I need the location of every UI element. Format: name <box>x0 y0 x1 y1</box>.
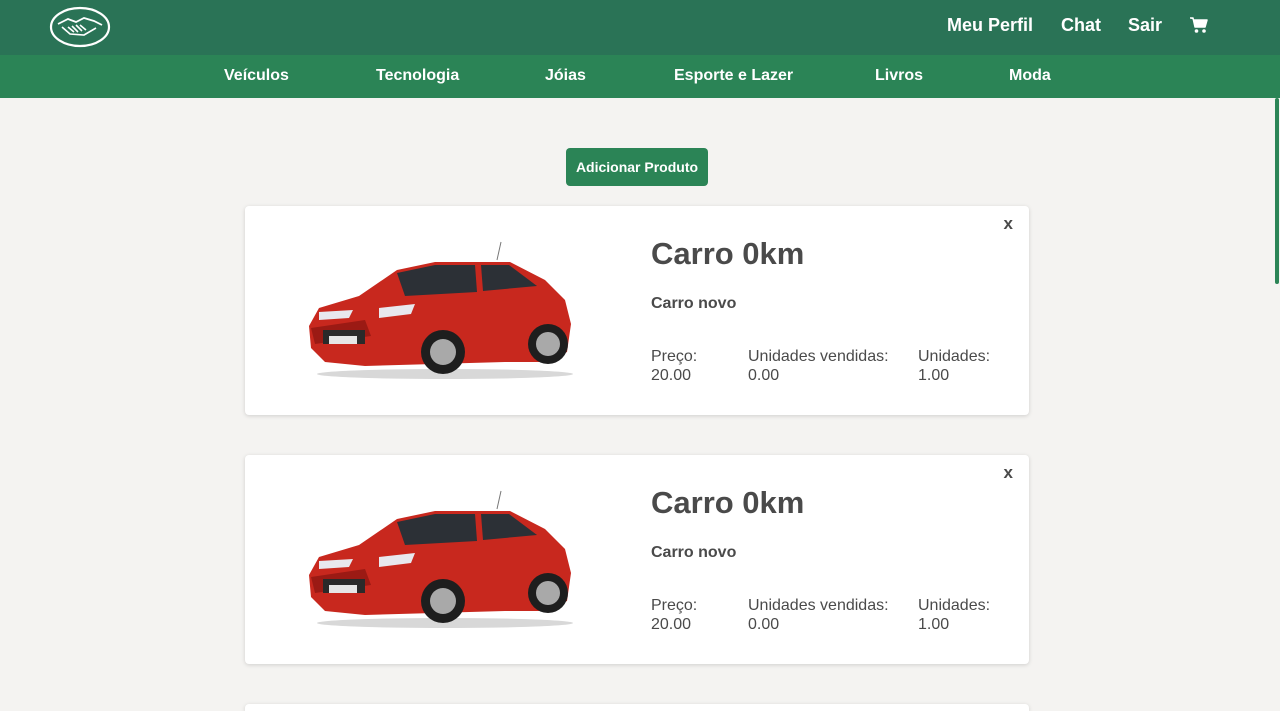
cart-icon[interactable] <box>1189 15 1209 35</box>
product-title: Carro 0km <box>651 236 805 271</box>
product-title: Carro 0km <box>651 485 805 520</box>
category-nav: Veículos Tecnologia Jóias Esporte e Laze… <box>0 55 1280 98</box>
scrollbar-thumb[interactable] <box>1275 98 1279 284</box>
logout-link[interactable]: Sair <box>1128 15 1162 36</box>
price-label: Preço: <box>651 597 698 614</box>
category-veiculos[interactable]: Veículos <box>224 67 289 85</box>
category-moda[interactable]: Moda <box>1009 67 1051 85</box>
product-card <box>245 704 1029 711</box>
category-livros[interactable]: Livros <box>875 67 923 85</box>
units-stat: Unidades: 1.00 <box>918 596 990 634</box>
product-card: x Carro 0km Carro novo Preço: 20.00 Unid… <box>245 206 1029 415</box>
category-tecnologia[interactable]: Tecnologia <box>376 67 459 85</box>
top-header: Meu Perfil Chat Sair <box>0 0 1280 55</box>
profile-link[interactable]: Meu Perfil <box>947 15 1033 36</box>
category-esporte-lazer[interactable]: Esporte e Lazer <box>674 67 793 85</box>
red-car-image <box>309 241 573 379</box>
units-stat: Unidades: 1.00 <box>918 347 990 385</box>
handshake-icon[interactable] <box>48 5 112 49</box>
price-value: 20.00 <box>651 367 692 384</box>
units-value: 1.00 <box>918 367 950 384</box>
sold-label: Unidades vendidas: <box>748 348 889 365</box>
price-stat: Preço: 20.00 <box>651 347 697 385</box>
product-description: Carro novo <box>651 295 737 312</box>
sold-label: Unidades vendidas: <box>748 597 889 614</box>
price-stat: Preço: 20.00 <box>651 596 697 634</box>
red-car-image <box>309 490 573 628</box>
category-joias[interactable]: Jóias <box>545 67 586 85</box>
price-value: 20.00 <box>651 616 692 633</box>
units-label: Unidades: <box>918 597 991 614</box>
sold-value: 0.00 <box>748 616 780 633</box>
sold-value: 0.00 <box>748 367 780 384</box>
add-product-button[interactable]: Adicionar Produto <box>566 148 708 186</box>
units-value: 1.00 <box>918 616 950 633</box>
sold-stat: Unidades vendidas: 0.00 <box>748 596 889 634</box>
price-label: Preço: <box>651 348 698 365</box>
product-card: x Carro 0km Carro novo Preço: 20.00 Unid… <box>245 455 1029 664</box>
remove-product-button[interactable]: x <box>1004 214 1013 234</box>
product-description: Carro novo <box>651 544 737 561</box>
units-label: Unidades: <box>918 348 991 365</box>
remove-product-button[interactable]: x <box>1004 463 1013 483</box>
sold-stat: Unidades vendidas: 0.00 <box>748 347 889 385</box>
chat-link[interactable]: Chat <box>1061 15 1101 36</box>
